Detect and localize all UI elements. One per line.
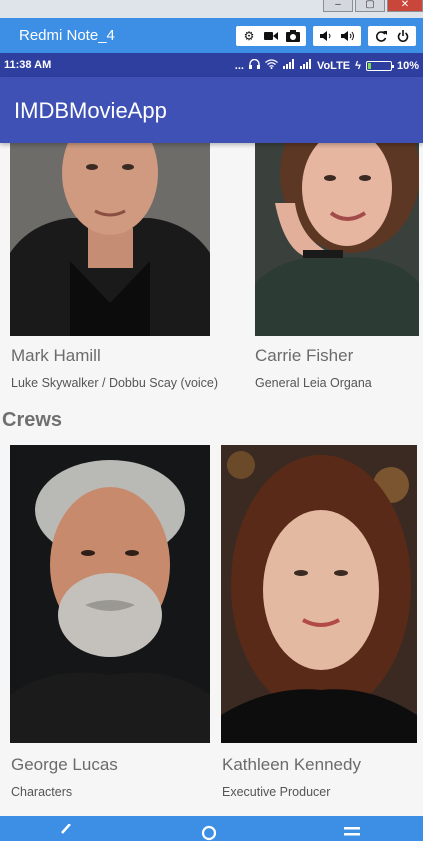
power-tools <box>368 26 416 46</box>
notification-dots: ... <box>234 59 244 72</box>
crew-photo <box>221 445 417 743</box>
minimize-window-button[interactable]: – <box>323 0 353 12</box>
search-icon[interactable] <box>200 824 220 841</box>
volume-down-icon[interactable] <box>315 26 337 46</box>
headphones-icon <box>248 58 260 72</box>
network-type: VoLTE <box>316 59 351 72</box>
back-icon[interactable] <box>58 823 78 841</box>
wifi-icon <box>265 59 278 72</box>
cast-role: General Leia Organa <box>255 376 372 390</box>
crew-name: George Lucas <box>11 755 118 774</box>
device-name: Redmi Note_4 <box>19 27 115 44</box>
credits-list[interactable]: Mark Hamill Luke Skywalker / Dobbu Scay … <box>0 143 423 816</box>
cast-photo <box>10 143 210 336</box>
volume-tools <box>313 26 361 46</box>
battery-icon <box>365 60 394 71</box>
signal-sim1-icon <box>282 59 295 72</box>
battery-percent: 10% <box>396 59 419 72</box>
window-titlebar: – ▢ ✕ <box>0 0 423 18</box>
crew-role: Executive Producer <box>222 785 331 799</box>
maximize-window-button[interactable]: ▢ <box>355 0 385 12</box>
video-record-icon[interactable] <box>260 26 282 46</box>
cast-name: Carrie Fisher <box>255 346 354 365</box>
status-time: 11:38 AM <box>4 59 52 71</box>
cast-role: Luke Skywalker / Dobbu Scay (voice) <box>11 376 219 390</box>
menu-icon[interactable] <box>344 824 364 841</box>
crew-photo <box>10 445 210 743</box>
camera-icon[interactable] <box>282 26 304 46</box>
status-bar: 11:38 AM ... VoLTE ϟ 10% <box>0 53 423 77</box>
cast-photo <box>255 143 419 336</box>
app-title: IMDBMovieApp <box>14 98 167 123</box>
charging-icon: ϟ <box>355 59 361 72</box>
emulator-tools: ⚙ <box>236 26 423 46</box>
emulator-toolbar: Redmi Note_4 ⚙ <box>0 18 423 53</box>
cast-card[interactable]: Carrie Fisher General Leia Organa <box>250 143 423 403</box>
app-bar: IMDBMovieApp <box>0 77 423 143</box>
window-controls: – ▢ ✕ <box>321 0 423 12</box>
cast-name: Mark Hamill <box>11 346 101 365</box>
capture-tools: ⚙ <box>236 26 306 46</box>
status-icons: ... VoLTE ϟ 10% <box>234 58 419 72</box>
volume-up-icon[interactable] <box>337 26 359 46</box>
rotate-icon[interactable] <box>370 26 392 46</box>
crew-name: Kathleen Kennedy <box>222 755 361 774</box>
close-window-button[interactable]: ✕ <box>387 0 423 12</box>
settings-gear-icon[interactable]: ⚙ <box>238 26 260 46</box>
crews-section-title: Crews <box>2 409 63 431</box>
cast-card[interactable]: Mark Hamill Luke Skywalker / Dobbu Scay … <box>0 143 250 403</box>
navigation-bar <box>0 816 423 841</box>
crew-role: Characters <box>11 785 73 799</box>
crew-card[interactable]: George Lucas Characters <box>0 445 215 805</box>
power-icon[interactable] <box>392 26 414 46</box>
signal-sim2-icon <box>299 59 312 72</box>
crew-card[interactable]: Kathleen Kennedy Executive Producer <box>215 445 423 805</box>
